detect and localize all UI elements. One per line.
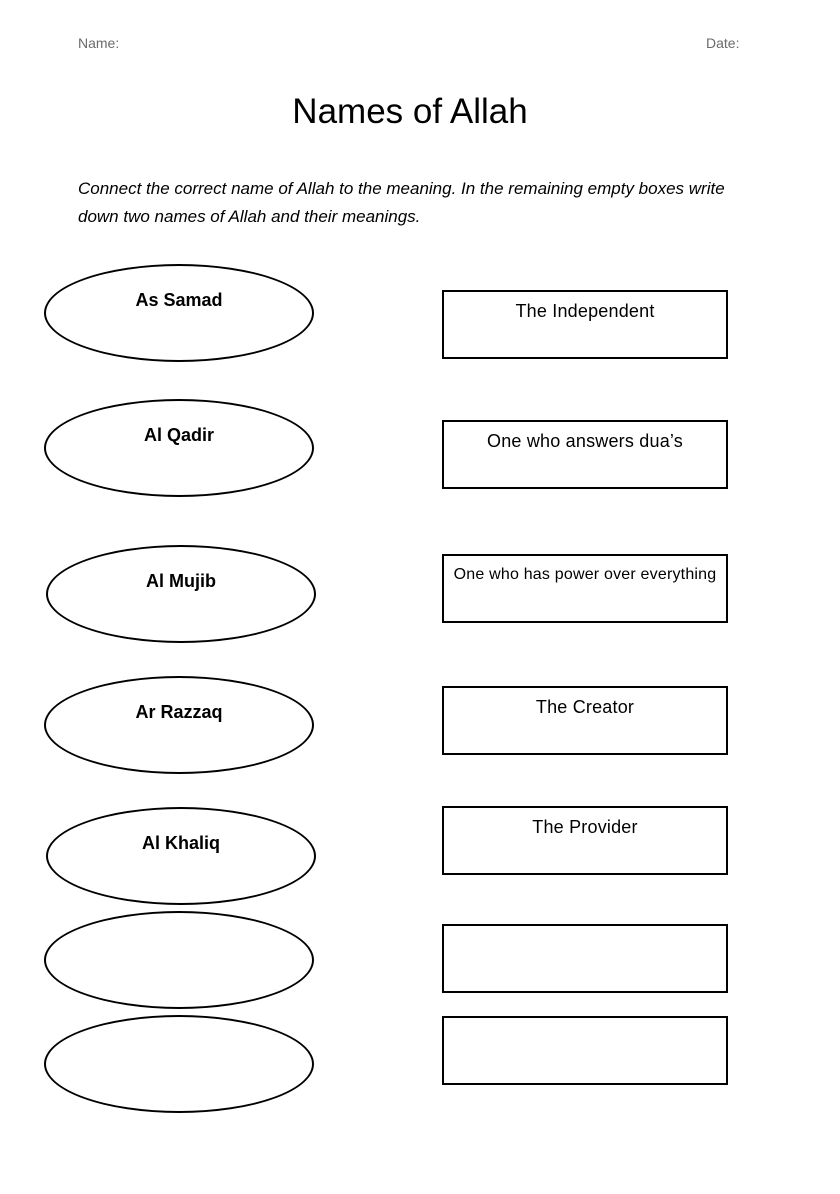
meaning-box-empty-2[interactable] <box>442 1016 728 1085</box>
name-ellipse-2[interactable]: Al Qadir <box>44 399 314 497</box>
meaning-box-5[interactable]: The Provider <box>442 806 728 875</box>
name-label-4: Ar Razzaq <box>135 702 223 722</box>
name-label-3: Al Mujib <box>146 571 216 591</box>
name-label: Name: <box>78 35 120 51</box>
meaning-box-4[interactable]: The Creator <box>442 686 728 755</box>
name-label-2: Al Qadir <box>143 425 214 445</box>
meaning-label-5: The Provider <box>532 817 638 837</box>
date-label: Date: <box>706 35 740 51</box>
name-ellipse-5[interactable]: Al Khaliq <box>46 807 316 905</box>
name-ellipse-3[interactable]: Al Mujib <box>46 545 316 643</box>
meaning-box-empty-1[interactable] <box>442 924 728 993</box>
name-ellipse-empty-1[interactable] <box>44 911 314 1009</box>
meaning-label-3: One who has power over everything <box>453 566 717 583</box>
page-title: Names of Allah <box>292 92 528 131</box>
meaning-label-1: The Independent <box>515 301 655 321</box>
meaning-box-1[interactable]: The Independent <box>442 290 728 359</box>
name-ellipse-1[interactable]: As Samad <box>44 264 314 362</box>
instructions: Connect the correct name of Allah to the… <box>78 179 725 226</box>
name-label-5: Al Khaliq <box>141 833 220 853</box>
name-ellipse-4[interactable]: Ar Razzaq <box>44 676 314 774</box>
name-label-1: As Samad <box>135 290 223 310</box>
meaning-label-4: The Creator <box>535 697 635 717</box>
meaning-box-3[interactable]: One who has power over everything <box>442 554 728 623</box>
name-ellipse-empty-2[interactable] <box>44 1015 314 1113</box>
meaning-label-2: One who answers dua’s <box>487 431 683 451</box>
meaning-box-2[interactable]: One who answers dua’s <box>442 420 728 489</box>
